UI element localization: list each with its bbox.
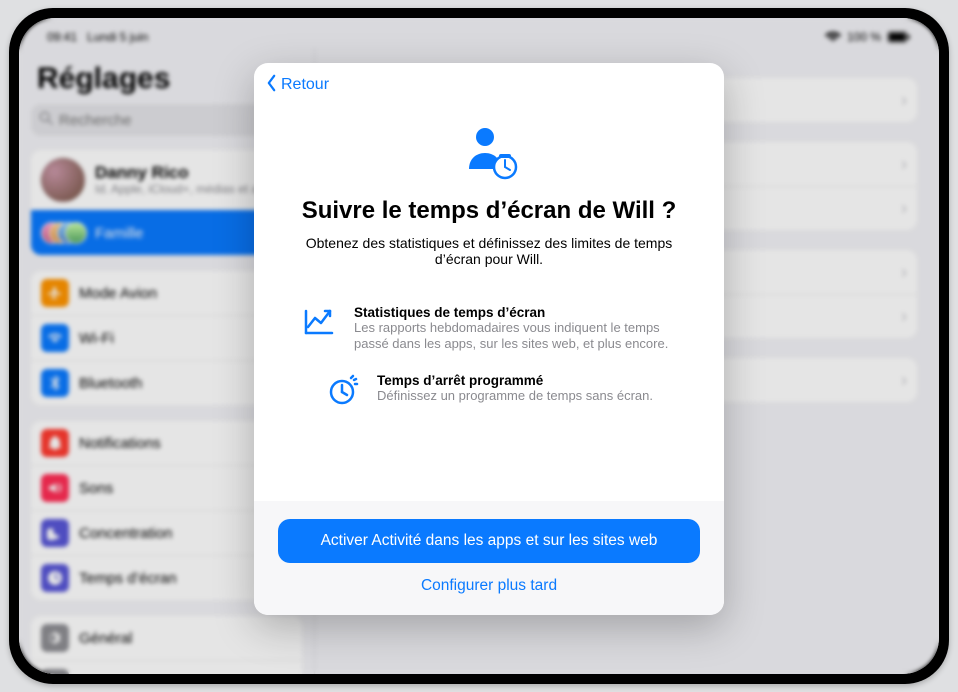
modal-body: Suivre le temps d’écran de Will ? Obtene… xyxy=(254,107,724,501)
chevron-left-icon xyxy=(266,74,277,97)
feature-title: Temps d’arrêt programmé xyxy=(377,373,653,388)
feature-desc: Les rapports hebdomadaires vous indiquen… xyxy=(354,320,676,353)
device-frame: 09:41 Lundi 5 juin 100 % Réglages xyxy=(9,8,949,684)
configure-later-button[interactable]: Configurer plus tard xyxy=(421,577,557,595)
feature-desc: Définissez un programme de temps sans éc… xyxy=(377,388,653,404)
back-button[interactable]: Retour xyxy=(266,74,329,97)
feature-title: Statistiques de temps d’écran xyxy=(354,305,676,320)
modal-nav: Retour xyxy=(254,63,724,107)
screentime-hero-icon xyxy=(459,123,519,183)
feature-downtime: Temps d’arrêt programmé Définissez un pr… xyxy=(313,363,665,417)
modal-title: Suivre le temps d’écran de Will ? xyxy=(302,197,677,225)
modal-footer: Activer Activité dans les apps et sur le… xyxy=(254,501,724,615)
downtime-icon xyxy=(325,373,359,407)
screentime-modal: Retour Suivre le temps d’écran de Will ?… xyxy=(254,63,724,615)
screen: 09:41 Lundi 5 juin 100 % Réglages xyxy=(19,18,939,674)
feature-statistics: Statistiques de temps d’écran Les rappor… xyxy=(290,295,688,363)
chart-icon xyxy=(302,305,336,339)
enable-activity-button[interactable]: Activer Activité dans les apps et sur le… xyxy=(278,519,700,563)
modal-subtitle: Obtenez des statistiques et définissez d… xyxy=(290,235,688,267)
back-label: Retour xyxy=(281,76,329,94)
